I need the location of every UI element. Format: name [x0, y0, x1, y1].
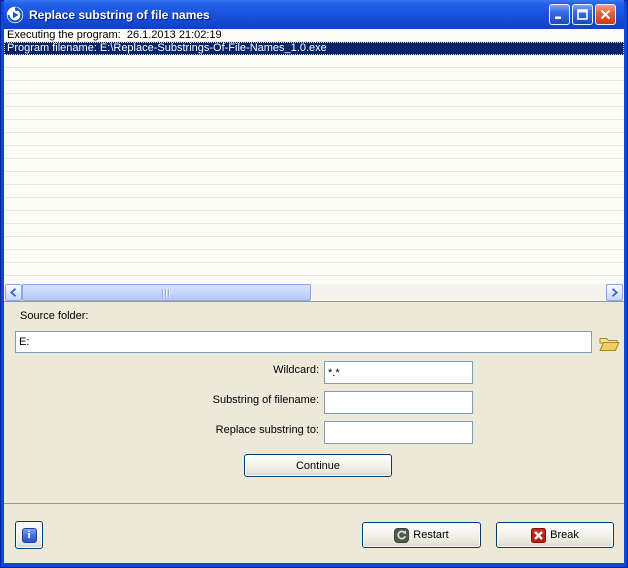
log-row[interactable]: Executing the program: 26.1.2013 21:02:1…: [4, 29, 624, 42]
log-empty-row: [4, 237, 624, 250]
substring-label: Substring of filename:: [212, 394, 319, 406]
restart-icon: [394, 527, 410, 543]
app-window: Replace substring of file names Executin…: [0, 0, 628, 568]
window-run-icon: [6, 6, 24, 24]
maximize-button-icon[interactable]: [572, 4, 593, 25]
log-row-selected[interactable]: Program filename: E:\Replace-Substrings-…: [4, 42, 624, 55]
break-x-icon: [531, 527, 547, 543]
log-panel: Executing the program: 26.1.2013 21:02:1…: [4, 29, 624, 302]
log-empty-row: [4, 250, 624, 263]
log-empty-row: [4, 120, 624, 133]
log-empty-row: [4, 146, 624, 159]
log-empty-row: [4, 133, 624, 146]
title-bar: Replace substring of file names: [4, 0, 624, 29]
window-title: Replace substring of file names: [29, 7, 210, 22]
scrollbar-grip: [162, 288, 171, 297]
replace-label: Replace substring to:: [215, 424, 319, 436]
break-button-label: Break: [550, 529, 579, 541]
browse-folder-icon[interactable]: [598, 334, 620, 352]
wildcard-input[interactable]: [324, 361, 473, 384]
log-empty-row: [4, 211, 624, 224]
minimize-button-icon[interactable]: [549, 4, 570, 25]
log-empty-row: [4, 55, 624, 68]
log-empty-row: [4, 81, 624, 94]
continue-button[interactable]: Continue: [244, 454, 392, 477]
footer-divider: [4, 503, 624, 504]
log-empty-row: [4, 198, 624, 211]
scroll-right-arrow-icon[interactable]: [606, 284, 623, 301]
restart-button[interactable]: Restart: [362, 522, 481, 548]
scrollbar-thumb[interactable]: [22, 284, 311, 301]
log-empty-row: [4, 172, 624, 185]
source-folder-input[interactable]: [15, 331, 592, 353]
log-empty-row: [4, 276, 624, 284]
info-icon: i: [21, 527, 37, 543]
restart-button-label: Restart: [413, 529, 449, 541]
log-empty-row: [4, 68, 624, 81]
log-empty-row: [4, 107, 624, 120]
scroll-left-arrow-icon[interactable]: [5, 284, 22, 301]
substring-input[interactable]: [324, 391, 473, 414]
close-button-icon[interactable]: [595, 4, 616, 25]
break-button[interactable]: Break: [496, 522, 614, 548]
horizontal-scrollbar[interactable]: [4, 284, 624, 301]
log-list[interactable]: Executing the program: 26.1.2013 21:02:1…: [4, 29, 624, 284]
log-empty-row: [4, 159, 624, 172]
log-empty-row: [4, 185, 624, 198]
info-button[interactable]: i: [15, 521, 43, 549]
wildcard-label: Wildcard:: [273, 364, 319, 376]
source-folder-label: Source folder:: [20, 310, 89, 322]
log-empty-row: [4, 94, 624, 107]
log-empty-row: [4, 224, 624, 237]
log-empty-row: [4, 263, 624, 276]
replace-input[interactable]: [324, 421, 473, 444]
